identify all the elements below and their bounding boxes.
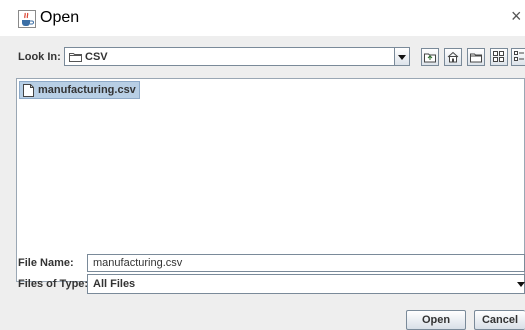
chevron-down-icon[interactable] [517,282,525,287]
dialog-body: Look In: CSV manufacturing.csv File Name… [0,36,525,330]
file-list[interactable]: manufacturing.csv [16,78,525,282]
filename-input[interactable]: manufacturing.csv [87,254,525,272]
window-title: Open [40,9,80,26]
lookin-value: CSV [85,51,108,63]
up-one-level-icon [424,53,436,63]
title-bar: Open × [0,0,525,36]
filename-label: File Name: [18,257,74,269]
file-item-name: manufacturing.csv [38,84,136,96]
close-icon[interactable]: × [511,6,522,26]
filename-value: manufacturing.csv [93,257,183,269]
new-folder-icon [470,53,482,63]
lookin-label: Look In: [18,51,61,63]
filetype-value: All Files [93,278,136,290]
open-button[interactable]: Open [406,310,466,330]
list-view-icon [493,51,504,62]
lookin-dropdown-button[interactable] [394,47,410,66]
new-folder-button[interactable] [467,48,485,66]
up-one-level-button[interactable] [421,48,439,66]
chevron-down-icon [398,55,406,60]
filetype-label: Files of Type: [18,278,89,290]
folder-icon [69,53,82,62]
file-item[interactable]: manufacturing.csv [19,81,140,99]
cancel-button[interactable]: Cancel [474,310,525,330]
details-view-button[interactable] [511,48,525,66]
file-icon [23,84,34,97]
java-cup-icon [18,10,36,28]
filetype-select[interactable]: All Files [87,274,525,294]
lookin-combo[interactable]: CSV [64,47,410,66]
list-view-button[interactable] [490,48,508,66]
home-icon [447,51,459,63]
home-button[interactable] [444,48,462,66]
details-view-icon [514,51,524,61]
